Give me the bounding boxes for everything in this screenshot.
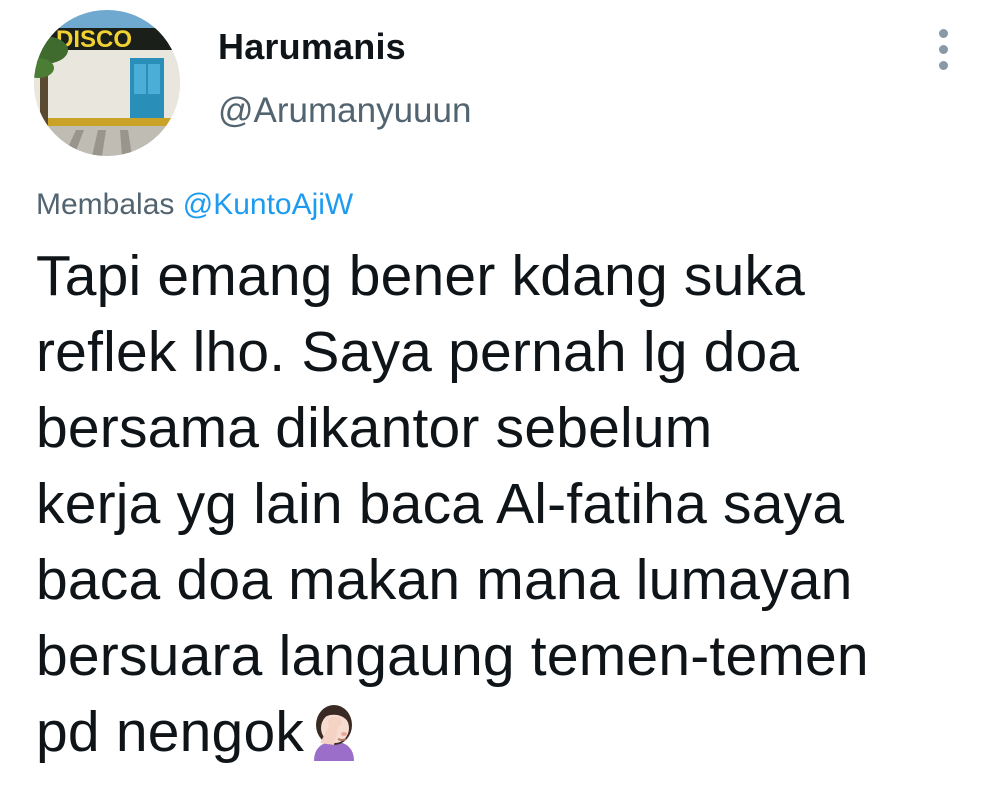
tweet-text-line: baca doa makan mana lumayan: [36, 548, 853, 612]
more-options-button[interactable]: [922, 24, 966, 74]
tweet: DISCO Harumanis @Arumanyuuun Membalas @K…: [0, 0, 1000, 793]
replying-to-prefix: Membalas: [36, 188, 175, 221]
tweet-text-line: reflek lho. Saya pernah lg doa: [36, 320, 800, 384]
tweet-text-line: Tapi emang bener kdang suka: [36, 244, 806, 308]
author-display-name[interactable]: Harumanis: [218, 26, 406, 68]
tweet-text-last-line: pd nengok: [36, 694, 966, 770]
woman-facepalming-emoji-icon: [308, 701, 360, 761]
tweet-text-line: pd nengok: [36, 700, 305, 764]
tweet-text-line: bersama dikantor sebelum: [36, 396, 713, 460]
tweet-text: Tapi emang bener kdang suka reflek lho. …: [36, 238, 966, 770]
tweet-text-line: kerja yg lain baca Al-fatiha saya: [36, 472, 845, 536]
author-handle[interactable]: @Arumanyuuun: [218, 91, 471, 131]
replying-to-mention-link[interactable]: @KuntoAjiW: [183, 188, 354, 221]
replying-to: Membalas @KuntoAjiW: [36, 188, 353, 222]
tweet-text-line: bersuara langaung temen-temen: [36, 624, 869, 688]
avatar[interactable]: DISCO: [34, 10, 180, 156]
avatar-image: DISCO: [34, 10, 180, 156]
